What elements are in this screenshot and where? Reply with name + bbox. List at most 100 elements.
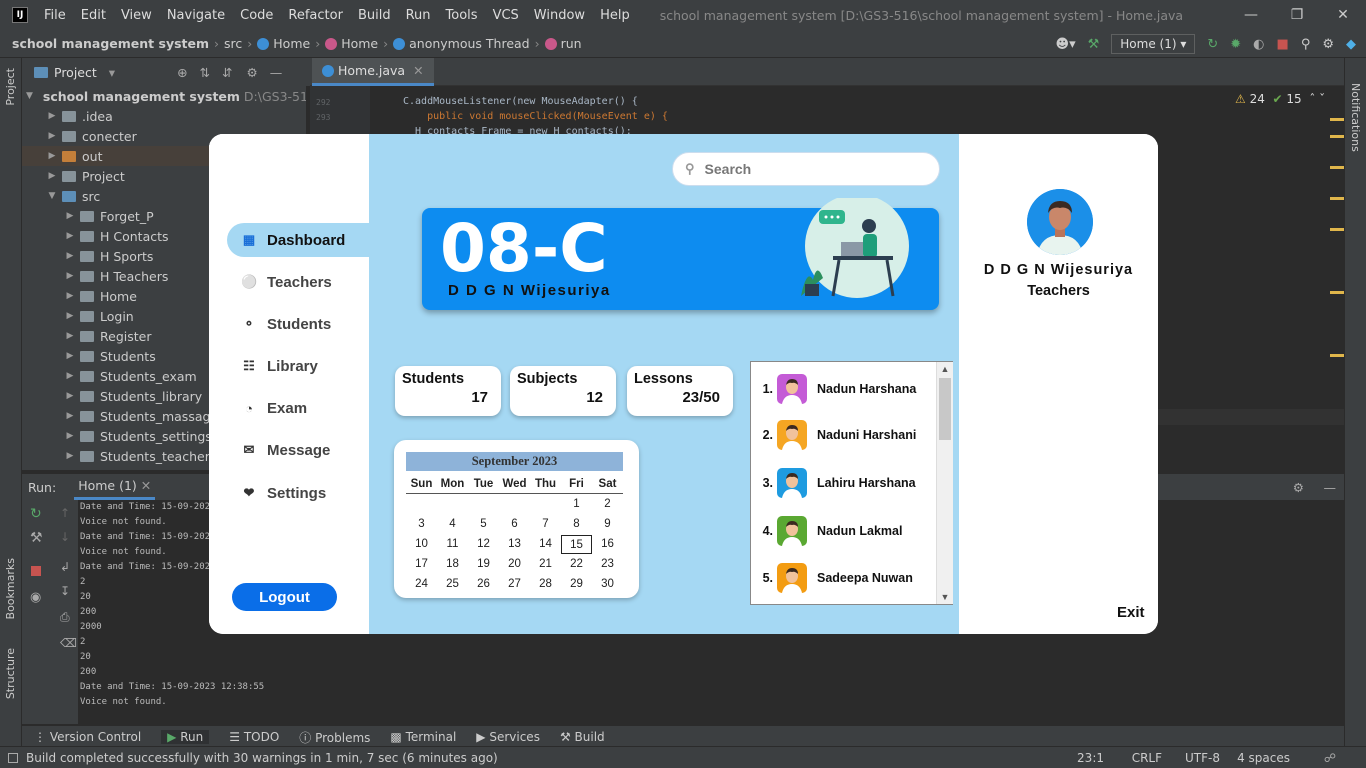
- file-encoding[interactable]: UTF-8: [1185, 751, 1220, 765]
- calendar-day[interactable]: 21: [530, 558, 561, 570]
- list-scrollbar[interactable]: ▲ ▼: [936, 362, 953, 604]
- collapse-all-icon[interactable]: ⇵: [222, 65, 232, 80]
- menu-edit[interactable]: Edit: [81, 8, 106, 23]
- list-item[interactable]: 1. Nadun Harshana: [751, 366, 936, 412]
- student-list[interactable]: 1. Nadun Harshana 2. Naduni Harshani 3. Lahir…: [750, 361, 953, 605]
- menu-run[interactable]: Run: [406, 8, 431, 23]
- up-icon[interactable]: ↑: [60, 506, 70, 520]
- user-icon[interactable]: ☻▾: [1056, 37, 1076, 52]
- camera-icon[interactable]: ◉: [30, 590, 41, 605]
- menu-view[interactable]: View: [121, 8, 152, 23]
- menu-file[interactable]: File: [44, 8, 66, 23]
- nav-exam[interactable]: ◔ Exam: [227, 391, 369, 425]
- calendar-day[interactable]: 12: [468, 538, 499, 550]
- rerun-icon[interactable]: ↻: [30, 506, 42, 522]
- list-item[interactable]: 3. Lahiru Harshana: [751, 460, 936, 506]
- settings-icon[interactable]: ⚙: [1322, 37, 1334, 52]
- tab-todo[interactable]: ☰ TODO: [229, 730, 279, 744]
- close-icon[interactable]: ✕: [1320, 0, 1366, 30]
- locate-icon[interactable]: ⊕: [177, 65, 187, 80]
- bookmarks-tool-tab[interactable]: Bookmarks: [4, 558, 17, 619]
- inspection-widget[interactable]: ⚠ 24 ✔ 15 ˆ ˇ: [1235, 92, 1325, 106]
- calendar-day[interactable]: 26: [468, 578, 499, 590]
- line-separator[interactable]: CRLF: [1132, 751, 1162, 765]
- wrench-icon[interactable]: ⚒: [30, 530, 43, 546]
- debug-icon[interactable]: ✹: [1230, 37, 1241, 52]
- minimize-icon[interactable]: —: [1228, 0, 1274, 30]
- tab-build[interactable]: ⚒ Build: [560, 730, 605, 744]
- tab-problems[interactable]: ⓘ Problems: [299, 729, 370, 746]
- stat-subjects[interactable]: Subjects 12: [510, 366, 616, 416]
- nav-message[interactable]: ✉ Message: [227, 433, 369, 467]
- calendar-day[interactable]: 28: [530, 578, 561, 590]
- list-item[interactable]: 5. Sadeepa Nuwan: [751, 555, 936, 601]
- menu-build[interactable]: Build: [358, 8, 391, 23]
- status-message[interactable]: Build completed successfully with 30 war…: [26, 751, 498, 765]
- breadcrumb-src[interactable]: src: [224, 36, 242, 51]
- nav-dashboard[interactable]: ▦ Dashboard: [227, 223, 369, 257]
- nav-settings[interactable]: ❤ Settings: [227, 476, 369, 510]
- trash-icon[interactable]: ⌫: [60, 636, 77, 650]
- menu-vcs[interactable]: VCS: [493, 8, 519, 23]
- menu-code[interactable]: Code: [240, 8, 273, 23]
- calendar-day[interactable]: 27: [499, 578, 530, 590]
- menu-help[interactable]: Help: [600, 8, 630, 23]
- calendar-day[interactable]: 22: [561, 558, 592, 570]
- calendar-day[interactable]: 5: [468, 518, 499, 530]
- avatar[interactable]: [1027, 189, 1093, 255]
- search-icon[interactable]: ⚲: [1301, 37, 1311, 52]
- menu-navigate[interactable]: Navigate: [167, 8, 225, 23]
- lock-icon[interactable]: ☍: [1324, 751, 1336, 765]
- intellij-logo-icon[interactable]: IJ: [12, 7, 28, 23]
- calendar-day[interactable]: 9: [592, 518, 623, 530]
- notifications-tool-tab[interactable]: Notifications: [1349, 83, 1362, 152]
- stop-icon[interactable]: [31, 566, 41, 576]
- rerun-icon[interactable]: ↻: [1207, 37, 1218, 52]
- breadcrumb-run[interactable]: run: [561, 36, 582, 51]
- calendar-day[interactable]: 25: [437, 578, 468, 590]
- scroll-end-icon[interactable]: ↧: [60, 584, 70, 598]
- logout-button[interactable]: Logout: [232, 583, 337, 611]
- editor-tab-home[interactable]: Home.java ✕: [312, 58, 434, 86]
- nav-students[interactable]: ⚬ Students: [227, 307, 369, 341]
- menu-tools[interactable]: Tools: [446, 8, 478, 23]
- calendar-day[interactable]: 29: [561, 578, 592, 590]
- calendar-day[interactable]: 1: [561, 498, 592, 510]
- calendar-day[interactable]: 13: [499, 538, 530, 550]
- hammer-icon[interactable]: ⚒: [1088, 37, 1100, 52]
- calendar-day[interactable]: 24: [406, 578, 437, 590]
- close-tab-icon[interactable]: ✕: [141, 478, 151, 493]
- calendar-day[interactable]: 6: [499, 518, 530, 530]
- menu-window[interactable]: Window: [534, 8, 585, 23]
- calendar-day[interactable]: 17: [406, 558, 437, 570]
- tab-run[interactable]: ▶ Run: [161, 730, 210, 744]
- calendar-day[interactable]: 20: [499, 558, 530, 570]
- tab-version-control[interactable]: ⋮ Version Control: [34, 730, 141, 744]
- tab-terminal[interactable]: ▩ Terminal: [390, 730, 456, 744]
- hide-icon[interactable]: —: [270, 65, 283, 80]
- calendar-day[interactable]: 2: [592, 498, 623, 510]
- tab-services[interactable]: ▶ Services: [476, 730, 540, 744]
- run-config-select[interactable]: Home (1) ▾: [1111, 34, 1196, 54]
- structure-tool-tab[interactable]: Structure: [4, 648, 17, 699]
- calendar-day[interactable]: 15: [561, 534, 592, 554]
- project-view-select[interactable]: Project: [54, 65, 97, 80]
- exit-button[interactable]: Exit: [1117, 604, 1145, 621]
- list-item[interactable]: 4. Nadun Lakmal: [751, 508, 936, 554]
- list-item[interactable]: 2. Naduni Harshani: [751, 412, 936, 458]
- hide-icon[interactable]: —: [1324, 480, 1337, 495]
- scroll-thumb[interactable]: [939, 378, 951, 440]
- tree-item[interactable]: ▶ .idea: [22, 106, 306, 126]
- restore-icon[interactable]: ❐: [1274, 0, 1320, 30]
- calendar-month[interactable]: September 2023: [406, 452, 623, 471]
- gear-icon[interactable]: ⚙: [1293, 480, 1304, 495]
- print-icon[interactable]: ⎙: [60, 610, 70, 625]
- breadcrumb-file[interactable]: Home: [273, 36, 310, 51]
- breadcrumb-project[interactable]: school management system: [12, 36, 209, 51]
- calendar-day[interactable]: 16: [592, 538, 623, 550]
- tree-root[interactable]: ▼school management system D:\GS3-516\sch…: [22, 86, 306, 106]
- soft-wrap-icon[interactable]: ↲: [60, 560, 70, 574]
- expand-all-icon[interactable]: ⇅: [200, 65, 210, 80]
- stat-lessons[interactable]: Lessons 23/50: [627, 366, 733, 416]
- indent-setting[interactable]: 4 spaces: [1237, 751, 1290, 765]
